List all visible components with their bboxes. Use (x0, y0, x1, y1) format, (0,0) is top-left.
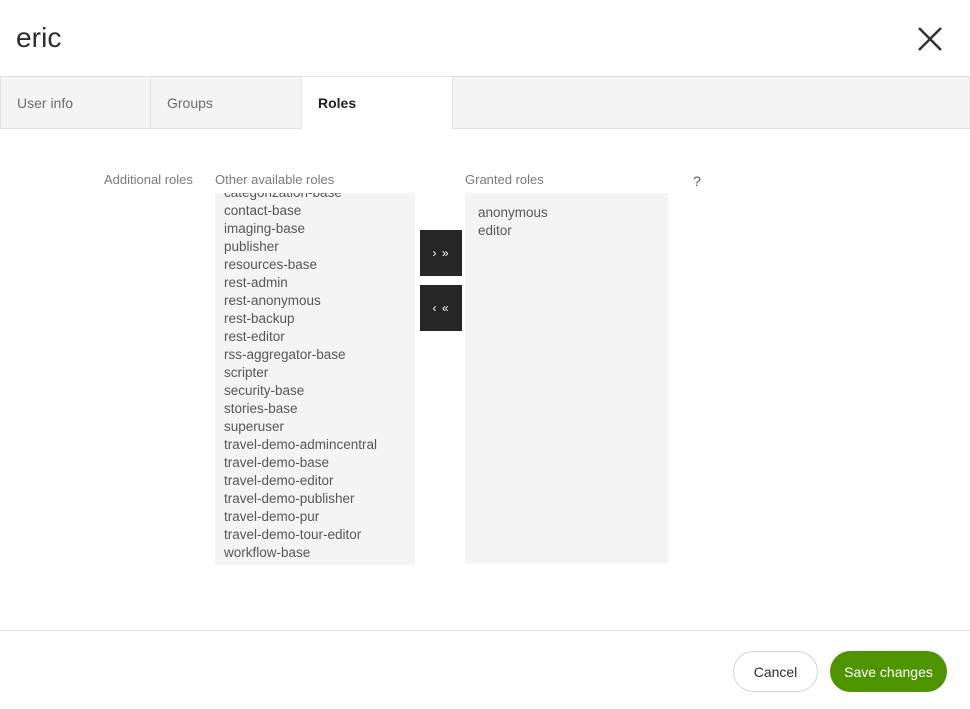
tab-groups[interactable]: Groups (151, 76, 302, 129)
list-item[interactable]: editor (465, 222, 668, 240)
tab-user-info-label: User info (17, 94, 74, 111)
list-item[interactable]: rest-editor (215, 328, 415, 346)
save-changes-button[interactable]: Save changes (830, 651, 947, 692)
list-item[interactable]: travel-demo-tour-editor (215, 526, 415, 544)
dialog-footer: Cancel Save changes (0, 631, 970, 709)
close-button[interactable] (908, 17, 952, 61)
list-item[interactable]: contact-base (215, 202, 415, 220)
help-icon[interactable]: ? (690, 172, 704, 190)
list-item[interactable]: security-base (215, 382, 415, 400)
tab-bar-filler (453, 76, 970, 129)
chevron-right-double-icon: › » (432, 246, 450, 260)
list-item[interactable]: superuser (215, 418, 415, 436)
roles-panel: Additional roles Other available roles G… (0, 129, 970, 630)
list-item[interactable]: rest-backup (215, 310, 415, 328)
available-roles-list[interactable]: categorization-base contact-base imaging… (215, 193, 415, 565)
other-available-roles-label: Other available roles (215, 172, 335, 187)
list-item[interactable]: rss-aggregator-base (215, 346, 415, 364)
save-changes-button-label: Save changes (844, 663, 933, 680)
tab-bar: User info Groups Roles (0, 76, 970, 129)
list-item[interactable]: workflow-base (215, 544, 415, 562)
list-item[interactable]: travel-demo-pur (215, 508, 415, 526)
list-item[interactable]: scripter (215, 364, 415, 382)
list-item[interactable]: rest-admin (215, 274, 415, 292)
additional-roles-label: Additional roles (104, 172, 193, 187)
tab-roles[interactable]: Roles (302, 76, 453, 129)
remove-role-button[interactable]: ‹ « (420, 285, 462, 331)
tab-user-info[interactable]: User info (0, 76, 151, 129)
close-icon (916, 25, 944, 53)
list-item[interactable]: travel-demo-admincentral (215, 436, 415, 454)
cancel-button[interactable]: Cancel (733, 651, 818, 692)
chevron-left-double-icon: ‹ « (432, 301, 450, 315)
list-item[interactable]: resources-base (215, 256, 415, 274)
list-item[interactable]: imaging-base (215, 220, 415, 238)
list-item[interactable]: travel-demo-editor (215, 472, 415, 490)
cancel-button-label: Cancel (753, 663, 798, 680)
list-item[interactable]: travel-demo-base (215, 454, 415, 472)
granted-roles-label: Granted roles (465, 172, 544, 187)
tab-groups-label: Groups (167, 94, 213, 111)
available-roles-list-inner: categorization-base contact-base imaging… (215, 193, 415, 562)
list-item[interactable]: travel-demo-publisher (215, 490, 415, 508)
list-item[interactable]: publisher (215, 238, 415, 256)
list-item[interactable]: anonymous (465, 204, 668, 222)
list-item[interactable]: rest-anonymous (215, 292, 415, 310)
list-item[interactable]: categorization-base (215, 193, 415, 202)
page-title: eric (16, 22, 62, 53)
tab-roles-label: Roles (318, 94, 357, 111)
granted-roles-list[interactable]: anonymous editor (465, 193, 668, 563)
add-role-button[interactable]: › » (420, 230, 462, 276)
list-item[interactable]: stories-base (215, 400, 415, 418)
dialog-header: eric (0, 0, 970, 76)
